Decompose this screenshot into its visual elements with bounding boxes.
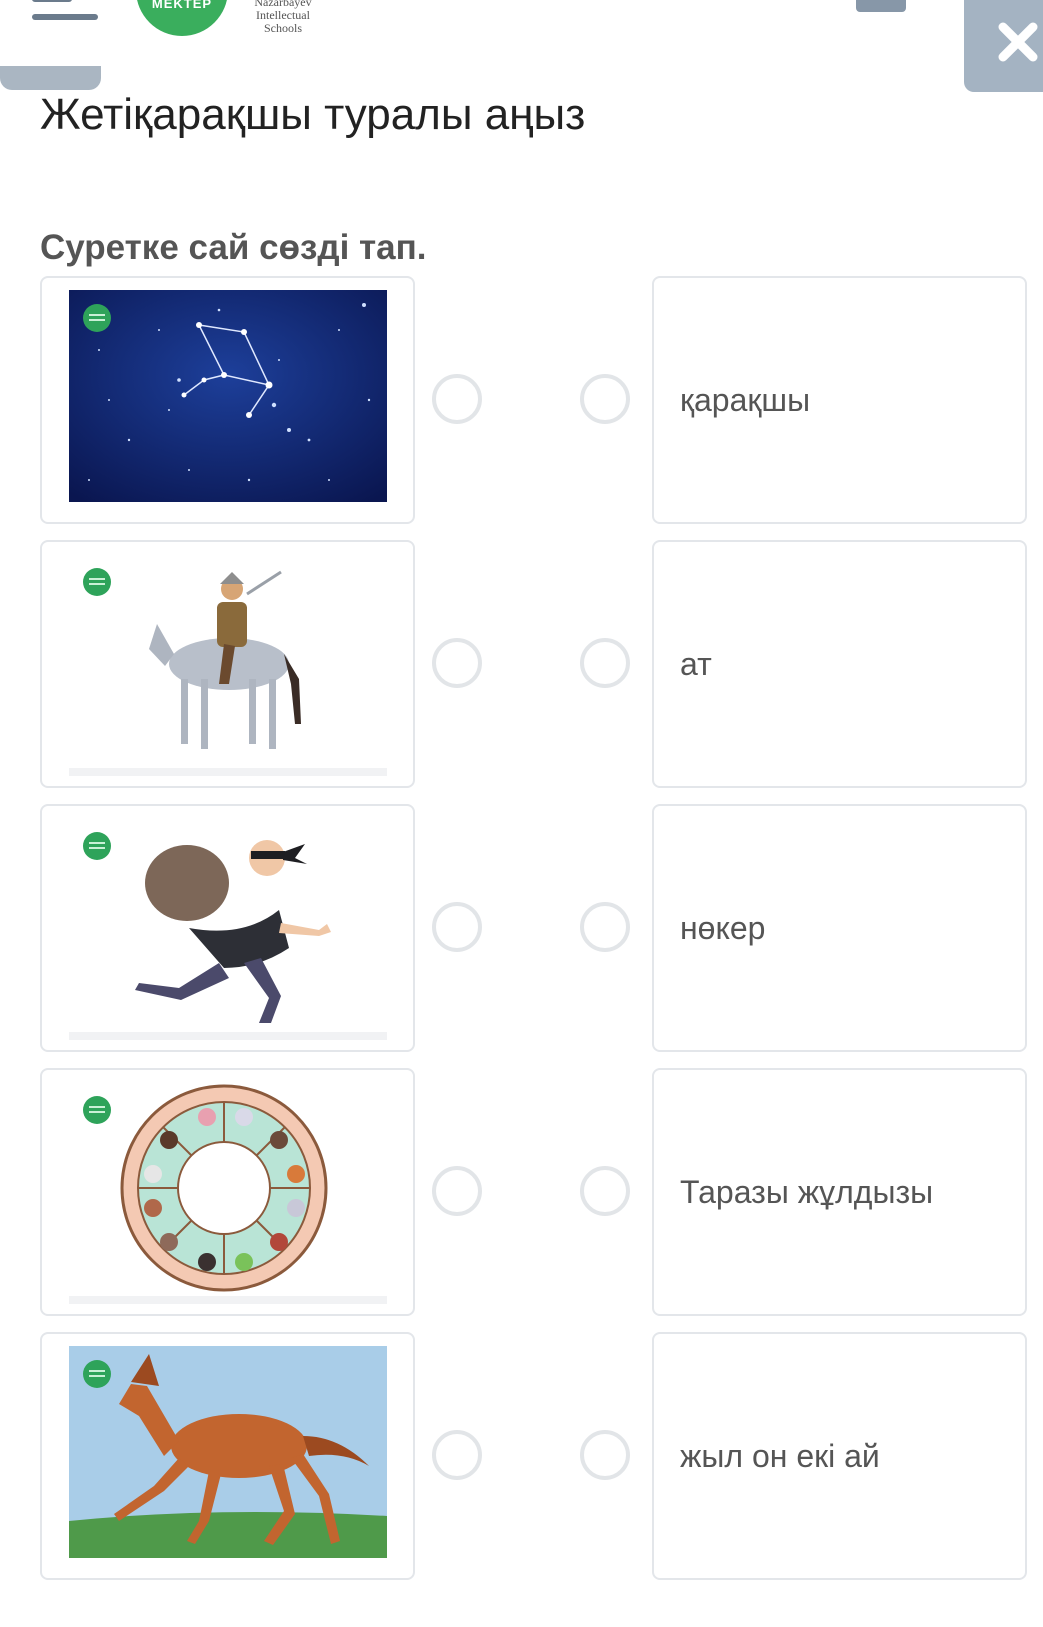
word-label: Таразы жұлдызы [680, 1173, 934, 1210]
image-card-horse [40, 1332, 415, 1580]
right-radio-1[interactable] [580, 374, 630, 424]
close-button[interactable] [964, 0, 1043, 92]
zodiac-wheel-image [69, 1082, 387, 1294]
word-card-5[interactable]: жыл он екі ай [652, 1332, 1027, 1580]
right-radio-4[interactable] [580, 1166, 630, 1216]
nis-logo-text: Nazarbayev Intellectual Schools [254, 0, 312, 35]
bilim-land-logo [83, 304, 111, 332]
menu-button[interactable] [32, 0, 98, 24]
list-icon[interactable] [856, 0, 906, 12]
left-radio-4[interactable] [432, 1166, 482, 1216]
word-card-2[interactable]: ат [652, 540, 1027, 788]
left-radio-2[interactable] [432, 638, 482, 688]
word-label: нөкер [680, 909, 766, 946]
image-card-warrior [40, 540, 415, 788]
question-text: Суретке сай сөзді тап. [40, 228, 427, 267]
bilim-land-logo [83, 1096, 111, 1124]
word-label: жыл он екі ай [680, 1437, 880, 1474]
thief-image [69, 818, 387, 1030]
word-label: қарақшы [680, 381, 811, 418]
word-card-4[interactable]: Таразы жұлдызы [652, 1068, 1027, 1316]
image-card-zodiac [40, 1068, 415, 1316]
left-radio-1[interactable] [432, 374, 482, 424]
tab-indicator [0, 66, 101, 90]
horse-image [69, 1346, 387, 1558]
left-radio-3[interactable] [432, 902, 482, 952]
right-radio-2[interactable] [580, 638, 630, 688]
bilim-land-logo [83, 1360, 111, 1388]
close-icon [998, 22, 1038, 62]
bilim-land-logo [83, 832, 111, 860]
image-card-thief [40, 804, 415, 1052]
page-title: Жетіқарақшы туралы аңыз [40, 90, 586, 139]
bilim-land-logo [83, 568, 111, 596]
mektep-logo: MEKTEP [136, 0, 228, 36]
word-label: ат [680, 645, 712, 682]
right-radio-5[interactable] [580, 1430, 630, 1480]
right-radio-3[interactable] [580, 902, 630, 952]
warrior-on-horse-image [69, 554, 387, 766]
left-radio-5[interactable] [432, 1430, 482, 1480]
constellation-image [69, 290, 387, 502]
menu-icon [32, 0, 72, 2]
word-card-1[interactable]: қарақшы [652, 276, 1027, 524]
image-card-constellation [40, 276, 415, 524]
word-card-3[interactable]: нөкер [652, 804, 1027, 1052]
